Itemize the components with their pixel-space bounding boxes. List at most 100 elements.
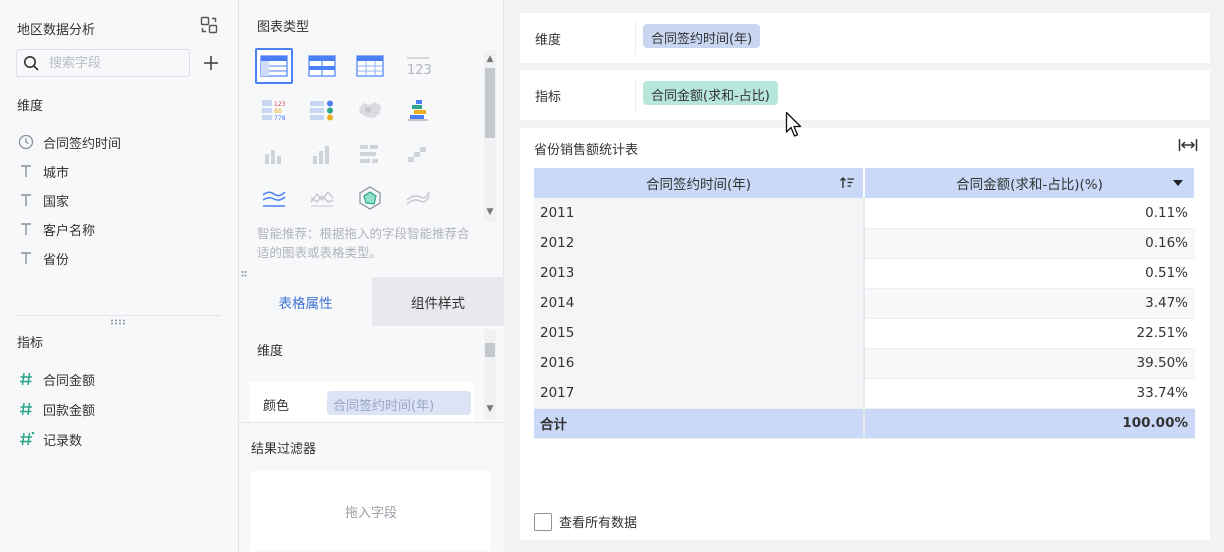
chart-type-scrollbar[interactable]: ▲ ▼ — [484, 50, 496, 222]
filter-drop-zone[interactable]: 拖入字段 — [251, 471, 491, 551]
panel-divider — [17, 315, 221, 316]
svg-text:123: 123 — [407, 63, 432, 78]
year-cell: 2012 — [534, 228, 865, 259]
field-item-province[interactable]: 省份 — [17, 247, 69, 269]
chart-type-group-table[interactable] — [255, 48, 293, 84]
scroll-down-icon[interactable]: ▼ — [484, 206, 496, 218]
svg-text:88: 88 — [274, 108, 282, 115]
table-row: 2014 3.47% — [534, 288, 1195, 319]
number-type-icon — [20, 402, 32, 416]
chart-type-waterfall[interactable] — [399, 136, 437, 172]
year-cell: 2014 — [534, 288, 865, 319]
header-label: 合同签约时间(年) — [645, 177, 752, 193]
field-label: 客户名称 — [43, 223, 96, 239]
number-type-icon — [20, 372, 32, 386]
chart-type-column[interactable] — [255, 136, 293, 172]
metric-pill[interactable]: 合同金额(求和-占比) — [643, 81, 778, 105]
chart-type-funnel[interactable] — [399, 92, 437, 128]
chart-type-bar[interactable] — [351, 136, 389, 172]
config-panel: 图表类型 123 123 88 778 ▲ ▼ 智能推荐：根据拖入的字段智能推荐… — [239, 0, 504, 552]
chart-type-grid: 123 123 88 778 — [255, 48, 485, 220]
chart-type-radar[interactable] — [351, 180, 389, 216]
indicator-card-icon — [310, 100, 333, 121]
header-cell-year[interactable]: 合同签约时间(年) — [534, 168, 865, 198]
field-label: 国家 — [43, 194, 70, 210]
search-input[interactable] — [49, 54, 183, 72]
metric-shelf-label: 指标 — [535, 90, 562, 105]
chart-type-range-area[interactable] — [399, 180, 437, 216]
stacked-bar-icon — [408, 100, 428, 121]
sort-icon[interactable] — [839, 175, 855, 191]
dimension-pill[interactable]: 合同签约时间(年) — [643, 24, 761, 48]
dimension-section-label: 维度 — [17, 99, 44, 114]
year-cell: 2011 — [534, 198, 865, 229]
line-chart-icon — [262, 191, 286, 207]
header-label: 合同金额(求和-占比)(%) — [956, 177, 1103, 193]
chart-type-grouped-column[interactable] — [303, 136, 341, 172]
map-icon — [359, 102, 381, 118]
property-tabs: 表格属性 组件样式 — [239, 277, 504, 326]
checkbox-box[interactable] — [534, 512, 552, 531]
canvas-area: 维度 合同签约时间(年) 指标 合同金额(求和-占比) 省份销售额统计表 合同签… — [504, 0, 1224, 552]
result-filter-title: 结果过滤器 — [251, 442, 317, 457]
field-item-payment-amount[interactable]: 回款金额 — [17, 398, 95, 420]
total-label-cell: 合计 — [534, 408, 865, 439]
multi-kpi-icon: 12388778 — [262, 100, 286, 122]
chart-type-multi-kpi[interactable]: 123 88 778 — [255, 92, 293, 128]
view-all-data-checkbox[interactable]: 查看所有数据 — [534, 512, 637, 531]
chart-type-heat-map[interactable] — [351, 92, 389, 128]
add-field-icon[interactable] — [202, 54, 220, 72]
text-type-icon — [21, 194, 31, 206]
chart-type-detail-table[interactable] — [303, 48, 341, 84]
table-properties-area: 维度 颜色 合同签约时间(年) — [239, 326, 504, 422]
field-label: 城市 — [43, 165, 70, 181]
chart-type-indicator-card[interactable] — [303, 92, 341, 128]
scroll-down-icon[interactable]: ▼ — [484, 403, 496, 415]
table-header-row: 合同签约时间(年) 合同金额(求和-占比)(%) — [534, 168, 1196, 198]
kpi-number-icon: 123 — [407, 57, 432, 78]
properties-scrollbar[interactable]: ▼ — [484, 329, 496, 419]
range-area-icon — [406, 191, 430, 205]
table-row: 2016 39.50% — [534, 348, 1195, 379]
clock-icon — [18, 134, 34, 150]
metric-shelf: 指标 合同金额(求和-占比) — [520, 70, 1210, 120]
fit-width-icon[interactable] — [1178, 137, 1198, 153]
chart-type-kpi[interactable]: 123 — [399, 48, 437, 84]
switch-dataset-icon[interactable] — [200, 16, 218, 34]
text-type-icon — [21, 165, 31, 177]
header-cell-amount-ratio[interactable]: 合同金额(求和-占比)(%) — [864, 168, 1196, 198]
color-label: 颜色 — [263, 399, 290, 414]
scroll-up-icon[interactable]: ▲ — [484, 53, 496, 65]
table-row: 2013 0.51% — [534, 258, 1195, 289]
color-field-pill[interactable]: 合同签约时间(年) — [327, 391, 471, 415]
scrollbar-thumb[interactable] — [485, 343, 495, 357]
field-panel: 地区数据分析 维度 合同签约时间 城市 国家 客户名称 省份 — [0, 0, 239, 552]
chart-type-line[interactable] — [255, 180, 293, 216]
dropdown-triangle-icon[interactable] — [1170, 175, 1186, 191]
table-widget: 省份销售额统计表 合同签约时间(年) 合同金额(求和-占比)(%) 2011 0… — [520, 128, 1210, 540]
cross-table-icon — [356, 55, 384, 77]
dimension-property-label: 维度 — [257, 344, 284, 359]
field-item-country[interactable]: 国家 — [17, 189, 69, 211]
grouped-column-icon — [313, 146, 329, 164]
field-item-customer[interactable]: 客户名称 — [17, 218, 95, 240]
field-item-contract-amount[interactable]: 合同金额 — [17, 368, 95, 390]
field-item-city[interactable]: 城市 — [17, 160, 69, 182]
total-value-cell: 100.00% — [864, 408, 1195, 439]
mouse-pointer-icon — [785, 111, 802, 137]
field-label: 回款金额 — [43, 403, 96, 419]
field-label: 省份 — [43, 252, 70, 268]
chart-type-area[interactable] — [303, 180, 341, 216]
bar-chart-icon — [360, 145, 378, 163]
scrollbar-thumb[interactable] — [485, 68, 495, 138]
chart-type-cross-table[interactable] — [351, 48, 389, 84]
year-cell: 2015 — [534, 318, 865, 349]
resize-grip-icon[interactable] — [110, 319, 126, 325]
dimension-shelf: 维度 合同签约时间(年) — [520, 13, 1210, 63]
tab-component-style[interactable]: 组件样式 — [372, 277, 504, 326]
field-item-contract-time[interactable]: 合同签约时间 — [17, 131, 121, 153]
field-item-record-count[interactable]: 记录数 — [17, 428, 82, 450]
field-search-box[interactable] — [16, 49, 190, 77]
tab-table-properties[interactable]: 表格属性 — [239, 277, 372, 326]
text-type-icon — [21, 252, 31, 264]
